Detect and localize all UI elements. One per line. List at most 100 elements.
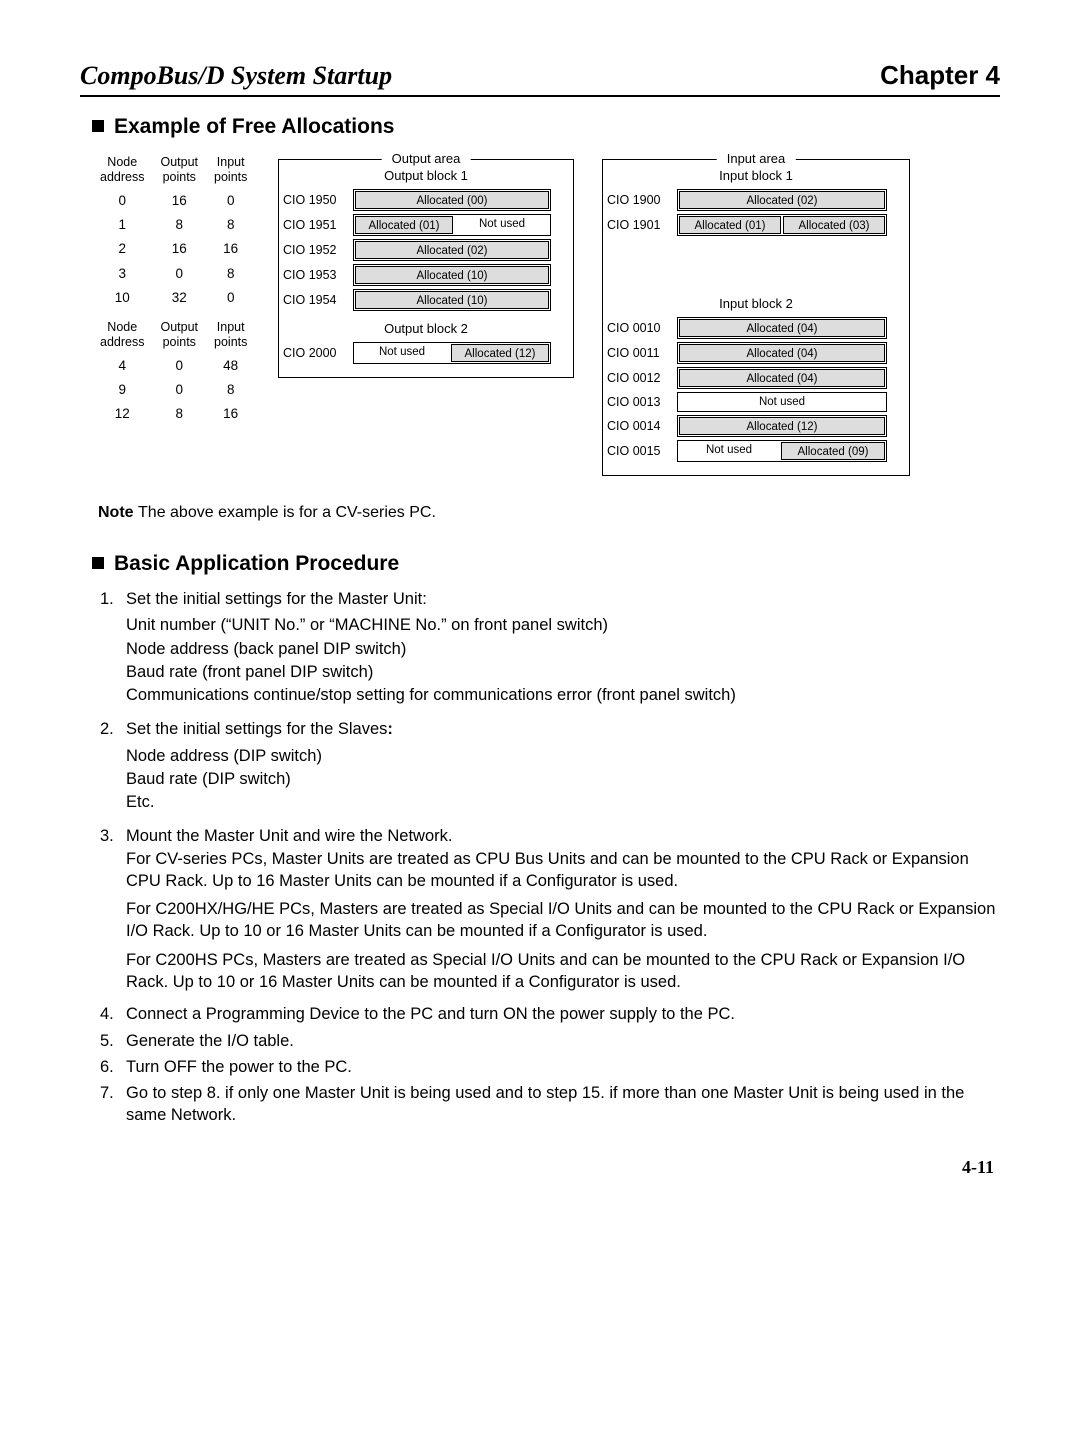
alloc-line: Allocated (10) bbox=[353, 264, 551, 286]
not-used-cell: Not used bbox=[354, 343, 450, 361]
cio-row: CIO 1954 Allocated (10) bbox=[283, 289, 569, 311]
cio-label: CIO 0015 bbox=[607, 444, 673, 458]
proc-lead: Generate the I/O table. bbox=[126, 1030, 1000, 1052]
alloc-line: Allocated (01)Allocated (03) bbox=[677, 214, 887, 236]
cio-row: CIO 0010 Allocated (04) bbox=[607, 317, 905, 339]
header-right: Chapter 4 bbox=[880, 60, 1000, 91]
proc-number: 3. bbox=[100, 825, 126, 999]
alloc-line: Not used bbox=[677, 392, 887, 412]
alloc-line: Allocated (00) bbox=[353, 189, 551, 211]
proc-lead: Turn OFF the power to the PC. bbox=[126, 1056, 1000, 1078]
proc-sub-line: Baud rate (front panel DIP switch) bbox=[126, 661, 1000, 683]
alloc-line: Allocated (12) bbox=[677, 415, 887, 437]
alloc-line: Not usedAllocated (12) bbox=[353, 342, 551, 364]
alloc-line: Allocated (04) bbox=[677, 317, 887, 339]
not-used-cell: Not used bbox=[678, 441, 780, 459]
header-left: CompoBus/D System Startup bbox=[80, 61, 392, 91]
alloc-line: Allocated (10) bbox=[353, 289, 551, 311]
cio-row: CIO 0012 Allocated (04) bbox=[607, 367, 905, 389]
input-block2-title: Input block 2 bbox=[607, 296, 905, 311]
allocated-cell: Allocated (01) bbox=[355, 216, 453, 234]
allocation-diagram: NodeaddressOutputpointsInputpoints016018… bbox=[92, 151, 1000, 476]
proc-para: For CV-series PCs, Master Units are trea… bbox=[126, 848, 1000, 893]
proc-sub-line: Node address (DIP switch) bbox=[126, 745, 1000, 767]
not-used-cell: Not used bbox=[678, 393, 886, 411]
cio-label: CIO 0013 bbox=[607, 395, 673, 409]
proc-body: Turn OFF the power to the PC. bbox=[126, 1056, 1000, 1078]
cio-row: CIO 1950 Allocated (00) bbox=[283, 189, 569, 211]
output-block1-rows: CIO 1950 Allocated (00) CIO 1951 Allocated … bbox=[283, 189, 569, 311]
proc-lead: Connect a Programming Device to the PC a… bbox=[126, 1003, 1000, 1025]
cio-row: CIO 1952 Allocated (02) bbox=[283, 239, 569, 261]
proc-number: 5. bbox=[100, 1030, 126, 1052]
not-used-cell: Not used bbox=[454, 215, 550, 233]
proc-item: 1.Set the initial settings for the Maste… bbox=[100, 588, 1000, 714]
cio-label: CIO 1954 bbox=[283, 293, 349, 307]
allocated-cell: Allocated (10) bbox=[355, 266, 549, 284]
alloc-line: Allocated (02) bbox=[353, 239, 551, 261]
cio-label: CIO 0010 bbox=[607, 321, 673, 335]
cio-label: CIO 1951 bbox=[283, 218, 349, 232]
proc-item: 3.Mount the Master Unit and wire the Net… bbox=[100, 825, 1000, 999]
proc-item: 4.Connect a Programming Device to the PC… bbox=[100, 1003, 1000, 1025]
proc-sub-line: Baud rate (DIP switch) bbox=[126, 768, 1000, 790]
cio-row: CIO 1953 Allocated (10) bbox=[283, 264, 569, 286]
cio-label: CIO 1953 bbox=[283, 268, 349, 282]
cio-row: CIO 2000 Not usedAllocated (12) bbox=[283, 342, 569, 364]
alloc-line: Allocated (02) bbox=[677, 189, 887, 211]
proc-body: Set the initial settings for the Master … bbox=[126, 588, 1000, 714]
output-area-frame: Output area Output block 1 CIO 1950Alloc… bbox=[278, 159, 574, 378]
allocated-cell: Allocated (04) bbox=[679, 369, 885, 387]
proc-number: 7. bbox=[100, 1082, 126, 1127]
cio-label: CIO 0014 bbox=[607, 419, 673, 433]
output-block2-rows: CIO 2000 Not usedAllocated (12) bbox=[283, 342, 569, 364]
cio-label: CIO 0011 bbox=[607, 346, 673, 360]
cio-label: CIO 1901 bbox=[607, 218, 673, 232]
proc-sub-line: Communications continue/stop setting for… bbox=[126, 684, 1000, 706]
allocated-cell: Allocated (09) bbox=[781, 442, 885, 460]
section-title-free-alloc: Example of Free Allocations bbox=[92, 115, 1000, 139]
bullet-square-icon bbox=[92, 557, 104, 569]
cio-label: CIO 2000 bbox=[283, 346, 349, 360]
proc-body: Go to step 8. if only one Master Unit is… bbox=[126, 1082, 1000, 1127]
proc-item: 2.Set the initial settings for the Slave… bbox=[100, 718, 1000, 821]
allocated-cell: Allocated (12) bbox=[451, 344, 549, 362]
cio-label: CIO 1950 bbox=[283, 193, 349, 207]
cio-label: CIO 1952 bbox=[283, 243, 349, 257]
proc-lead: Set the initial settings for the Master … bbox=[126, 588, 1000, 610]
proc-item: 5.Generate the I/O table. bbox=[100, 1030, 1000, 1052]
note-label: Note bbox=[98, 504, 134, 521]
proc-item: 7.Go to step 8. if only one Master Unit … bbox=[100, 1082, 1000, 1127]
allocated-cell: Allocated (01) bbox=[679, 216, 781, 234]
cio-row: CIO 1951 Allocated (01)Not used bbox=[283, 214, 569, 236]
node-table-2: NodeaddressOutputpointsInputpoints404890… bbox=[92, 316, 255, 427]
allocated-cell: Allocated (03) bbox=[783, 216, 885, 234]
section-title-text: Basic Application Procedure bbox=[114, 552, 399, 575]
output-area-legend: Output area bbox=[382, 151, 471, 166]
allocated-cell: Allocated (00) bbox=[355, 191, 549, 209]
cio-row: CIO 0013 Not used bbox=[607, 392, 905, 412]
procedure-list: 1.Set the initial settings for the Maste… bbox=[100, 588, 1000, 1127]
input-block1-rows: CIO 1900Allocated (02) CIO 1901 Allocated … bbox=[607, 189, 905, 236]
proc-number: 2. bbox=[100, 718, 126, 821]
cio-label: CIO 0012 bbox=[607, 371, 673, 385]
proc-sub-line: Node address (back panel DIP switch) bbox=[126, 638, 1000, 660]
cio-row: CIO 1900Allocated (02) bbox=[607, 189, 905, 211]
input-block1-title: Input block 1 bbox=[607, 168, 905, 183]
cio-row: CIO 0011 Allocated (04) bbox=[607, 342, 905, 364]
alloc-line: Allocated (04) bbox=[677, 342, 887, 364]
section-title-basic-proc: Basic Application Procedure bbox=[92, 552, 1000, 576]
allocated-cell: Allocated (04) bbox=[679, 319, 885, 337]
proc-body: Mount the Master Unit and wire the Netwo… bbox=[126, 825, 1000, 999]
proc-para: For C200HX/HG/HE PCs, Masters are treate… bbox=[126, 898, 1000, 943]
page-header: CompoBus/D System Startup Chapter 4 bbox=[80, 60, 1000, 97]
proc-number: 4. bbox=[100, 1003, 126, 1025]
bullet-square-icon bbox=[92, 120, 104, 132]
allocated-cell: Allocated (02) bbox=[355, 241, 549, 259]
proc-number: 1. bbox=[100, 588, 126, 714]
node-tables-col: NodeaddressOutputpointsInputpoints016018… bbox=[92, 151, 278, 427]
note-line: Note The above example is for a CV-serie… bbox=[98, 504, 1000, 522]
input-area-frame: Input area Input block 1 CIO 1900Allocat… bbox=[602, 159, 910, 476]
proc-lead: Mount the Master Unit and wire the Netwo… bbox=[126, 825, 1000, 847]
proc-lead: Set the initial settings for the Slaves: bbox=[126, 718, 1000, 740]
